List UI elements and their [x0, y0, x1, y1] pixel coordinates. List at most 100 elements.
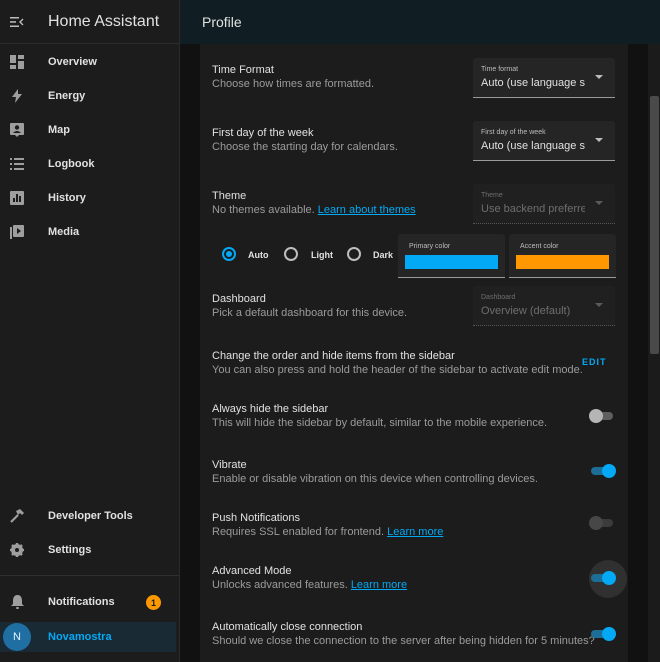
sidebar-item-label: Energy	[48, 90, 86, 102]
profile-card: Time Format Choose how times are formatt…	[200, 44, 628, 662]
vibrate-title: Vibrate	[212, 459, 247, 471]
sidebar-item-label: Media	[48, 226, 80, 238]
radio-dark-label: Dark	[373, 250, 394, 260]
hide-sidebar-desc: This will hide the sidebar by default, s…	[212, 417, 548, 429]
radio-auto[interactable]	[222, 247, 236, 261]
advanced-toggle[interactable]	[589, 571, 616, 585]
time-format-select[interactable]: Time format Auto (use language se	[473, 58, 615, 98]
dropdown-arrow-icon	[595, 303, 603, 307]
select-label: Dashboard	[481, 294, 516, 301]
theme-select: Theme Use backend preferrec	[473, 184, 615, 224]
play-box-icon	[9, 224, 25, 240]
radio-auto-label: Auto	[248, 250, 269, 260]
sidebar-item-developer-tools[interactable]: Developer Tools	[0, 499, 180, 533]
sidebar-order-title: Change the order and hide items from the…	[212, 350, 455, 362]
sidebar-item-logbook[interactable]: Logbook	[0, 147, 180, 181]
sidebar-item-label: Overview	[48, 56, 97, 68]
page-title: Profile	[202, 14, 242, 30]
hide-sidebar-toggle[interactable]	[589, 409, 616, 423]
vibrate-toggle[interactable]	[589, 464, 616, 478]
first-day-select[interactable]: First day of the week Auto (use language…	[473, 121, 615, 161]
sidebar-item-energy[interactable]: Energy	[0, 79, 180, 113]
time-format-desc: Choose how times are formatted.	[212, 78, 375, 90]
sidebar-divider	[0, 575, 180, 576]
push-desc: Requires SSL enabled for frontend. Learn…	[212, 526, 443, 538]
push-toggle	[589, 516, 616, 530]
advanced-learn-more-link[interactable]: Learn more	[351, 579, 407, 591]
sidebar-item-media[interactable]: Media	[0, 215, 180, 249]
select-value: Use backend preferrec	[481, 203, 585, 215]
scrollbar-thumb[interactable]	[650, 96, 659, 354]
toggle-knob	[602, 464, 616, 478]
sidebar-order-desc: You can also press and hold the header o…	[212, 364, 583, 376]
primary-color-label: Primary color	[409, 243, 451, 250]
vibrate-desc: Enable or disable vibration on this devi…	[212, 473, 538, 485]
sidebar-item-map[interactable]: Map	[0, 113, 180, 147]
sidebar-header: Home Assistant	[0, 0, 179, 44]
sidebar-item-user[interactable]: N Novamostra	[0, 622, 176, 652]
push-learn-more-link[interactable]: Learn more	[387, 526, 443, 538]
notification-badge: 1	[146, 595, 161, 610]
accent-color-picker[interactable]: Accent color	[509, 234, 616, 278]
auto-close-toggle[interactable]	[589, 627, 616, 641]
toggle-knob	[602, 571, 616, 585]
sidebar-item-label: Developer Tools	[48, 510, 133, 522]
time-format-title: Time Format	[212, 64, 274, 76]
primary-color-swatch	[405, 255, 498, 269]
theme-desc: No themes available. Learn about themes	[212, 204, 416, 216]
toggle-knob	[589, 516, 603, 530]
toggle-knob	[602, 627, 616, 641]
top-bar: Profile	[180, 0, 660, 44]
sidebar-item-label: Logbook	[48, 158, 95, 170]
sidebar-item-label: Notifications	[48, 596, 115, 608]
dashboard-select: Dashboard Overview (default)	[473, 286, 615, 326]
app-title: Home Assistant	[48, 12, 160, 30]
learn-about-themes-link[interactable]: Learn about themes	[318, 204, 416, 216]
bell-icon	[9, 594, 25, 610]
advanced-title: Advanced Mode	[212, 565, 292, 577]
select-value: Auto (use language se	[481, 140, 585, 152]
hammer-icon	[9, 508, 25, 524]
select-label: First day of the week	[481, 129, 546, 136]
select-value: Auto (use language se	[481, 77, 585, 89]
push-title: Push Notifications	[212, 512, 301, 524]
select-value: Overview (default)	[481, 305, 571, 317]
dropdown-arrow-icon	[595, 138, 603, 142]
sidebar: Home Assistant Overview Energy Map Logbo…	[0, 0, 180, 662]
dashboard-icon	[9, 54, 25, 70]
first-day-title: First day of the week	[212, 127, 314, 139]
theme-title: Theme	[212, 190, 247, 202]
auto-close-title: Automatically close connection	[212, 621, 363, 633]
sidebar-item-label: Map	[48, 124, 70, 136]
sidebar-item-label: History	[48, 192, 86, 204]
auto-close-desc: Should we close the connection to the se…	[212, 635, 595, 647]
accent-color-label: Accent color	[520, 243, 559, 250]
primary-color-picker[interactable]: Primary color	[398, 234, 505, 278]
menu-toggle-icon[interactable]	[0, 0, 34, 44]
gear-icon	[9, 542, 25, 558]
sidebar-item-notifications[interactable]: Notifications 1	[0, 585, 180, 619]
first-day-desc: Choose the starting day for calendars.	[212, 141, 398, 153]
push-desc-text: Requires SSL enabled for frontend.	[212, 526, 388, 538]
dropdown-arrow-icon	[595, 201, 603, 205]
edit-sidebar-button[interactable]: EDIT	[582, 357, 607, 367]
advanced-desc: Unlocks advanced features. Learn more	[212, 579, 407, 591]
sidebar-item-history[interactable]: History	[0, 181, 180, 215]
advanced-desc-text: Unlocks advanced features.	[212, 579, 351, 591]
avatar: N	[3, 623, 31, 651]
sidebar-item-overview[interactable]: Overview	[0, 45, 180, 79]
select-label: Theme	[481, 192, 503, 199]
radio-light[interactable]	[284, 247, 298, 261]
sidebar-item-settings[interactable]: Settings	[0, 533, 180, 567]
hide-sidebar-title: Always hide the sidebar	[212, 403, 329, 415]
radio-dark[interactable]	[347, 247, 361, 261]
sidebar-item-label: Settings	[48, 544, 92, 556]
dashboard-title: Dashboard	[212, 293, 266, 305]
toggle-knob	[589, 409, 603, 423]
map-account-icon	[9, 122, 25, 138]
user-name: Novamostra	[48, 631, 112, 643]
dashboard-desc: Pick a default dashboard for this device…	[212, 307, 408, 319]
select-label: Time format	[481, 66, 519, 73]
radio-light-label: Light	[311, 250, 333, 260]
accent-color-swatch	[516, 255, 609, 269]
